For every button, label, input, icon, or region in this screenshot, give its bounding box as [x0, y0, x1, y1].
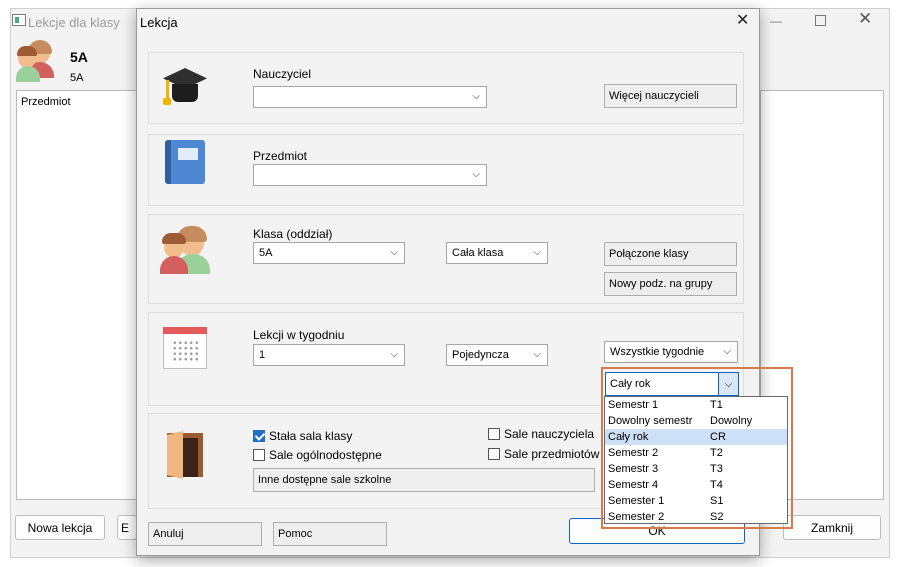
class-label: Klasa (oddział): [253, 227, 333, 241]
lesson-type-combo[interactable]: Pojedyncza ⌵: [446, 344, 548, 366]
term-dropdown-list[interactable]: Semestr 1 T1 Dowolny semestr Dowolny Cał…: [604, 396, 788, 524]
term-option[interactable]: Dowolny semestr Dowolny: [605, 413, 787, 429]
term-option[interactable]: Semestr 4 T4: [605, 477, 787, 493]
term-option[interactable]: Semestr 1 T1: [605, 397, 787, 413]
checkbox-checked-icon: [253, 430, 265, 442]
class-name: 5A: [70, 49, 88, 65]
chevron-down-icon: ⌵: [390, 349, 398, 360]
help-button[interactable]: Pomoc: [273, 522, 387, 546]
calendar-header: [163, 327, 207, 334]
joined-classes-button[interactable]: Połączone klasy: [604, 242, 737, 266]
teacher-combo[interactable]: ⌵: [253, 86, 487, 108]
term-option-code: CR: [710, 431, 726, 443]
dialog-close-icon[interactable]: ✕: [736, 10, 749, 30]
maximize-icon[interactable]: [815, 15, 826, 26]
lessons-per-week-label: Lekcji w tygodniu: [253, 328, 345, 342]
term-option-name: Semester 2: [608, 511, 665, 523]
chevron-down-icon: ⌵: [723, 346, 731, 357]
cap-tassel-end: [163, 98, 171, 105]
parent-window-title: Lekcje dla klasy: [28, 15, 120, 30]
chevron-down-icon: ⌵: [533, 349, 541, 360]
book-icon: [165, 140, 205, 184]
term-option-name: Cały rok: [608, 431, 649, 443]
teacher-label: Nauczyciel: [253, 67, 312, 81]
common-rooms-checkbox[interactable]: Sale ogólnodostępne: [253, 448, 382, 462]
door-leaf: [167, 431, 183, 479]
weeks-value: Wszystkie tygodnie: [610, 346, 705, 358]
term-option-name: Semestr 2: [608, 447, 659, 459]
subject-label: Przedmiot: [253, 149, 308, 163]
checkbox-icon: [253, 449, 265, 461]
dialog-title: Lekcja: [140, 15, 178, 30]
term-option-selected[interactable]: Cały rok CR: [605, 429, 787, 445]
checkbox-icon: [488, 448, 500, 460]
other-rooms-button[interactable]: Inne dostępne sale szkolne: [253, 468, 595, 492]
lessons-list[interactable]: Przedmiot: [16, 90, 141, 500]
lessons-count-combo[interactable]: 1 ⌵: [253, 344, 405, 366]
class-subtitle: 5A: [70, 72, 84, 84]
calendar-days: [172, 340, 200, 362]
term-option[interactable]: Semester 1 S1: [605, 493, 787, 509]
fixed-room-checkbox[interactable]: Stała sala klasy: [253, 429, 352, 443]
book-label-icon: [178, 148, 198, 160]
term-option[interactable]: Semestr 3 T3: [605, 461, 787, 477]
checkbox-icon: [488, 428, 500, 440]
subject-combo[interactable]: ⌵: [253, 164, 487, 186]
chevron-down-icon[interactable]: ⌵: [718, 373, 738, 395]
lessons-count-value: 1: [259, 349, 266, 361]
common-rooms-label: Sale ogólnodostępne: [269, 448, 382, 462]
class-value: 5A: [259, 247, 273, 259]
more-teachers-button[interactable]: Więcej nauczycieli: [604, 84, 737, 108]
term-option-code: Dowolny: [710, 415, 753, 427]
fixed-room-label: Stała sala klasy: [269, 429, 353, 443]
subject-rooms-label: Sale przedmiotów: [504, 447, 600, 461]
term-option-code: T2: [710, 447, 723, 459]
teacher-rooms-label: Sale nauczyciela: [504, 427, 595, 441]
chevron-down-icon: ⌵: [472, 91, 480, 102]
cap-tassel: [166, 80, 169, 100]
close-parent-button[interactable]: Zamknij: [783, 515, 881, 540]
term-option-name: Semestr 1: [608, 399, 659, 411]
term-option-code: S2: [710, 511, 724, 523]
new-group-split-button[interactable]: Nowy podz. na grupy: [604, 272, 737, 296]
lesson-type-value: Pojedyncza: [452, 349, 509, 361]
cancel-button[interactable]: Anuluj: [148, 522, 262, 546]
term-option-name: Dowolny semestr: [608, 415, 693, 427]
term-option-name: Semestr 3: [608, 463, 659, 475]
class-avatar-icon: [16, 40, 58, 84]
term-option[interactable]: Semestr 2 T2: [605, 445, 787, 461]
chevron-down-icon: ⌵: [533, 247, 541, 258]
term-option-code: T1: [710, 399, 723, 411]
group-combo[interactable]: Cała klasa ⌵: [446, 242, 548, 264]
class-combo[interactable]: 5A ⌵: [253, 242, 405, 264]
app-icon: [12, 14, 26, 26]
new-lesson-button[interactable]: Nowa lekcja: [15, 515, 105, 540]
chevron-down-icon: ⌵: [390, 247, 398, 258]
weeks-combo[interactable]: Wszystkie tygodnie ⌵: [604, 341, 738, 363]
term-option-name: Semester 1: [608, 495, 665, 507]
students-icon: [160, 226, 212, 276]
graduation-cap-base: [172, 84, 198, 102]
partial-hidden-button[interactable]: E: [117, 515, 137, 540]
term-option-code: S1: [710, 495, 724, 507]
term-option[interactable]: Semester 2 S2: [605, 509, 787, 525]
term-option-name: Semestr 4: [608, 479, 659, 491]
chevron-down-icon: ⌵: [472, 169, 480, 180]
minimize-icon[interactable]: —: [770, 14, 782, 28]
term-option-code: T3: [710, 463, 723, 475]
term-option-code: T4: [710, 479, 723, 491]
subject-rooms-checkbox[interactable]: Sale przedmiotów: [488, 447, 599, 461]
group-value: Cała klasa: [452, 247, 504, 259]
close-icon[interactable]: ✕: [858, 9, 872, 29]
term-value: Cały rok: [610, 378, 651, 390]
list-header-subject[interactable]: Przedmiot: [21, 96, 71, 108]
teacher-rooms-checkbox[interactable]: Sale nauczyciela: [488, 427, 594, 441]
